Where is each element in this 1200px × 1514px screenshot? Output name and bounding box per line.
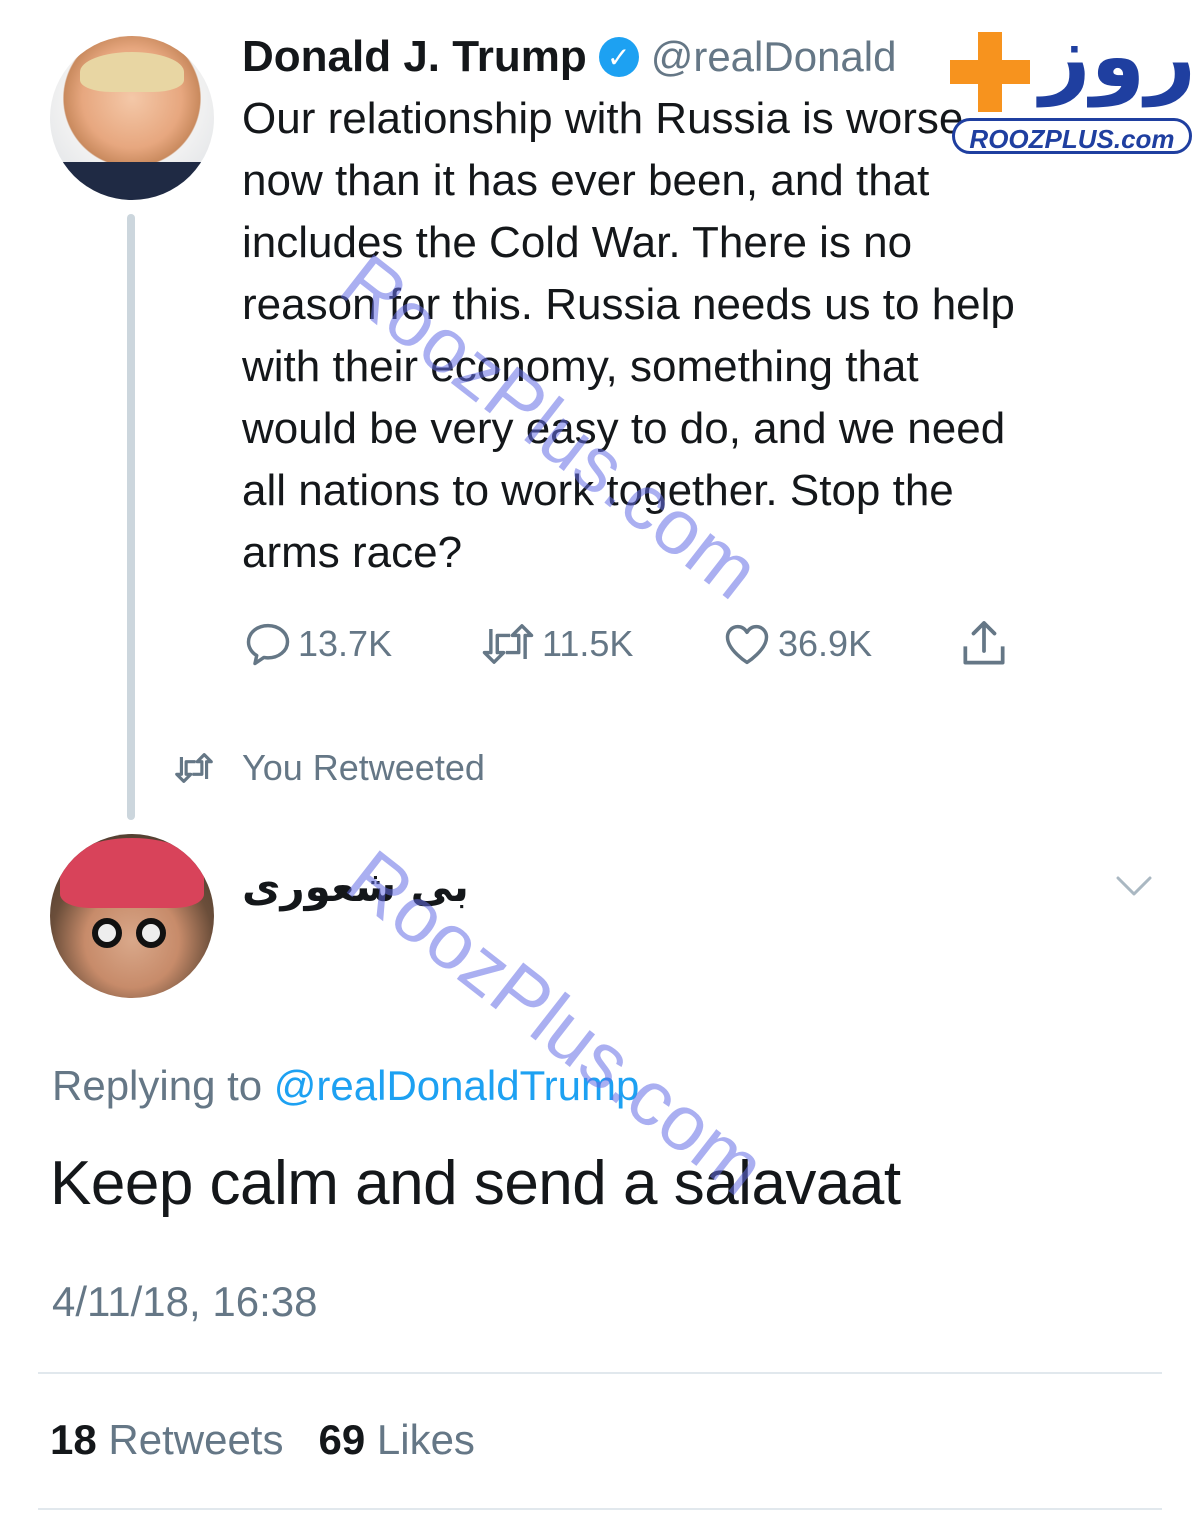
- tweet-text: Our relationship with Russia is worse no…: [242, 88, 1142, 584]
- tweet-text-line: arms race?: [242, 528, 463, 577]
- avatar-suit: [50, 162, 214, 200]
- retweets-label[interactable]: Retweets: [108, 1416, 283, 1463]
- author-avatar[interactable]: [50, 36, 214, 200]
- retweeted-label: You Retweeted: [242, 747, 485, 788]
- tweet-text-line: reason for this. Russia needs us to help: [242, 280, 1015, 329]
- reply-count: 13.7K: [298, 623, 393, 664]
- replying-to-label: Replying to: [52, 1062, 263, 1109]
- verified-check-icon: ✓: [598, 37, 639, 77]
- tweet-text-line: would be very easy to do, and we need: [242, 404, 1006, 453]
- reply-author-name[interactable]: بی شعوری: [242, 862, 469, 911]
- chevron-down-icon[interactable]: [1112, 868, 1156, 904]
- likes-label[interactable]: Likes: [377, 1416, 475, 1463]
- avatar-glasses: [92, 918, 172, 948]
- retweet-button[interactable]: 11.5K: [478, 614, 633, 674]
- author-handle[interactable]: @realDonald: [651, 33, 897, 81]
- reply-icon: [246, 623, 290, 666]
- tweet-timestamp: 4/11/18, 16:38: [52, 1278, 318, 1325]
- retweeted-notice: You Retweeted: [172, 742, 485, 794]
- thread-line: [127, 214, 135, 820]
- roozplus-logo: روز ROOZPLUS.com: [944, 6, 1196, 156]
- logo-url: ROOZPLUS.com: [952, 118, 1192, 154]
- heart-icon: [725, 624, 769, 665]
- avatar-hair: [80, 52, 184, 92]
- retweet-count: 11.5K: [542, 623, 634, 664]
- likes-count[interactable]: 69: [318, 1416, 365, 1463]
- like-button[interactable]: 36.9K: [720, 614, 872, 674]
- plus-icon: [950, 32, 1030, 112]
- like-count: 36.9K: [778, 623, 873, 664]
- reply-author-avatar[interactable]: [50, 834, 214, 998]
- share-icon: [963, 621, 1005, 665]
- reply-text: Keep calm and send a salavaat: [50, 1149, 901, 1218]
- retweet-icon: [482, 624, 534, 664]
- logo-text: روز: [1039, 4, 1196, 107]
- retweets-count[interactable]: 18: [50, 1416, 97, 1463]
- avatar-hat: [60, 838, 204, 908]
- divider: [38, 1372, 1162, 1374]
- reply-button[interactable]: 13.7K: [242, 614, 392, 674]
- tweet-actions: 13.7K 11.5K 36.9K: [242, 614, 1032, 674]
- author-name[interactable]: Donald J. Trump: [242, 32, 587, 82]
- tweet-text-line: all nations to work together. Stop the: [242, 466, 954, 515]
- tweet-text-line: now than it has ever been, and that: [242, 156, 930, 205]
- tweet-stats: 18 Retweets 69 Likes: [50, 1416, 475, 1464]
- tweet-text-line: with their economy, something that: [242, 342, 919, 391]
- replying-to: Replying to @realDonaldTrump: [52, 1062, 639, 1110]
- divider: [38, 1508, 1162, 1510]
- share-button[interactable]: [956, 614, 1012, 674]
- retweet-icon: [175, 753, 213, 783]
- tweet-header: Donald J. Trump ✓ @realDonald: [242, 30, 896, 84]
- tweet-text-line: includes the Cold War. There is no: [242, 218, 913, 267]
- replying-to-handle[interactable]: @realDonaldTrump: [274, 1062, 640, 1109]
